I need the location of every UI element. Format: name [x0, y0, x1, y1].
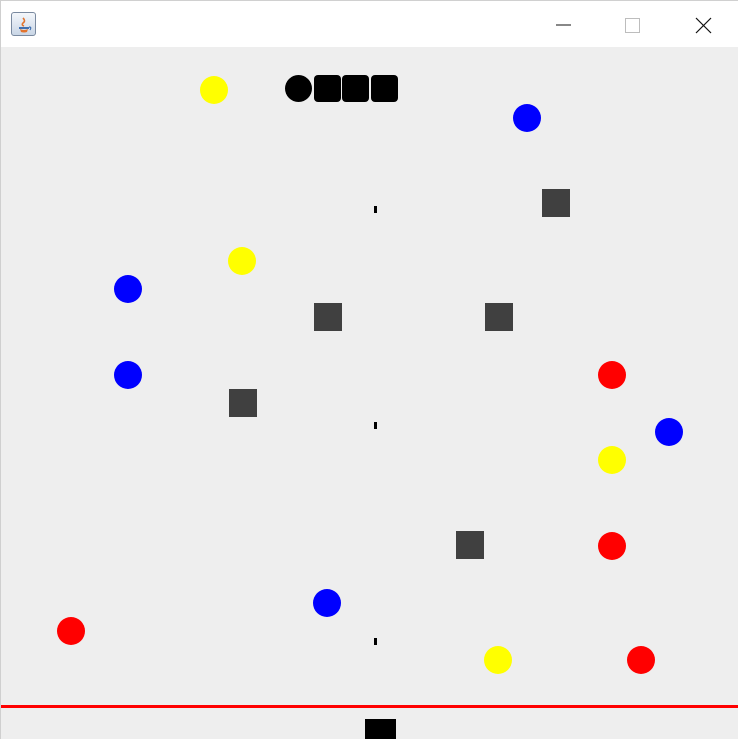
red-ball [57, 617, 85, 645]
title-bar[interactable] [1, 0, 738, 47]
yellow-ball [598, 446, 626, 474]
maximize-icon [625, 18, 640, 33]
yellow-ball [200, 76, 228, 104]
blue-ball [655, 418, 683, 446]
life-block [342, 75, 369, 102]
center-marker [374, 422, 377, 429]
life-block [314, 75, 341, 102]
obstacle-block [542, 189, 570, 217]
blue-ball [313, 589, 341, 617]
blue-ball [114, 361, 142, 389]
obstacle-block [456, 531, 484, 559]
blue-ball [513, 104, 541, 132]
life-block [371, 75, 398, 102]
blue-ball [114, 275, 142, 303]
minimize-icon [556, 24, 571, 26]
player-paddle[interactable] [365, 719, 396, 739]
yellow-ball [484, 646, 512, 674]
center-marker [374, 638, 377, 645]
yellow-ball [228, 247, 256, 275]
red-ball [627, 646, 655, 674]
close-icon [695, 17, 712, 34]
red-boundary-line [1, 705, 738, 708]
close-button[interactable] [680, 1, 726, 48]
obstacle-block [229, 389, 257, 417]
game-window [0, 0, 738, 739]
obstacle-block [314, 303, 342, 331]
obstacle-block [485, 303, 513, 331]
center-marker [374, 206, 377, 213]
red-ball [598, 361, 626, 389]
maximize-button[interactable] [609, 1, 655, 48]
minimize-button[interactable] [540, 1, 586, 48]
red-ball [598, 532, 626, 560]
snake-head-life [285, 75, 312, 102]
game-canvas[interactable] [1, 47, 738, 739]
java-app-icon[interactable] [11, 12, 36, 36]
